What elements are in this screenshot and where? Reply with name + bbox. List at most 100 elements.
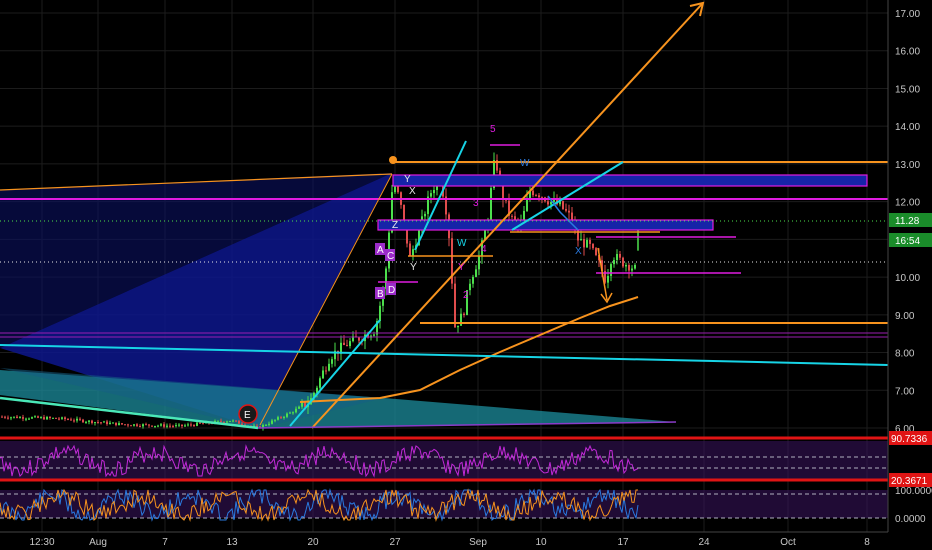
candle-body: [115, 422, 117, 426]
candle-body: [586, 239, 588, 248]
candle-body: [88, 420, 90, 422]
y-tick-label: 17.00: [895, 9, 920, 20]
candle-body: [463, 313, 465, 316]
candle-body: [373, 334, 375, 336]
candle-body: [121, 423, 123, 425]
candle-body: [73, 420, 75, 422]
candle-body: [538, 195, 540, 198]
candle-body: [166, 425, 168, 427]
candle-body: [4, 416, 6, 418]
candle-body: [268, 423, 270, 425]
candle-body: [1, 416, 3, 418]
y-tick-label: 10.00: [895, 273, 920, 284]
candle-body: [82, 419, 84, 423]
y-tick-label: 15.00: [895, 84, 920, 95]
candle-body: [103, 421, 105, 423]
x-tick-label: Aug: [89, 537, 107, 548]
candle-body: [22, 417, 24, 419]
candle-body: [328, 363, 330, 371]
candle-body: [202, 423, 204, 425]
x-tick-label: Sep: [469, 537, 487, 548]
candle-body: [67, 419, 69, 421]
earnings-marker[interactable]: E: [238, 404, 258, 424]
x-tick-label: 27: [389, 537, 401, 548]
y-tick-label: 9.00: [895, 311, 915, 322]
candle-body: [172, 425, 174, 427]
candle-body: [169, 425, 171, 427]
x-tick-label: 7: [162, 537, 168, 548]
candle-body: [13, 416, 15, 418]
candle-body: [193, 425, 195, 427]
candle-body: [232, 420, 234, 422]
candle-body: [535, 195, 537, 197]
candle-body: [346, 345, 348, 347]
price-scale[interactable]: 6.007.008.009.0010.0011.0012.0013.0014.0…: [887, 0, 932, 550]
candle-body: [616, 253, 618, 260]
candle-body: [454, 283, 456, 328]
abcd-tag-d: D: [388, 285, 395, 296]
candle-body: [37, 416, 39, 418]
resistance-box: [392, 174, 868, 187]
price-chart[interactable]: 5 W Y X Y W X Y Z 2 4 3 A C B D E 6.007.…: [0, 0, 932, 550]
candle-body: [238, 420, 240, 424]
x-tick-label: 13: [226, 537, 238, 548]
osc1-upper-tag: 90.7336: [891, 434, 928, 445]
candle-body: [580, 239, 582, 241]
candle-body: [25, 418, 27, 420]
candle-body: [457, 325, 459, 328]
candle-body: [475, 269, 477, 277]
candle-body: [151, 425, 153, 427]
wave-label-w-top: W: [520, 158, 530, 169]
candle-body: [142, 424, 144, 427]
candle-body: [349, 341, 351, 347]
x-tick-label: Oct: [780, 537, 796, 548]
candle-body: [634, 264, 636, 269]
candle-body: [100, 422, 102, 424]
y-tick-label: 14.00: [895, 122, 920, 133]
candle-body: [160, 424, 162, 426]
candle-body: [424, 213, 426, 217]
candle-body: [43, 417, 45, 420]
candle-body: [568, 210, 570, 213]
wave-label-z: Z: [392, 220, 398, 231]
candle-body: [217, 420, 219, 422]
candle-body: [319, 378, 321, 388]
candle-body: [628, 264, 630, 271]
candle-body: [472, 276, 474, 284]
candle-body: [277, 417, 279, 420]
wave-label-x-1: X: [409, 186, 416, 197]
candle-body: [241, 423, 243, 425]
candle-body: [274, 419, 276, 421]
osc1-band: [0, 441, 888, 479]
candle-body: [157, 425, 159, 427]
y-tick-label: 12.00: [895, 198, 920, 209]
candle-body: [19, 417, 21, 419]
candle-body: [118, 423, 120, 426]
candle-body: [595, 248, 597, 256]
wave-marker-top: [389, 156, 397, 164]
oscillator-panel-2: [0, 488, 888, 522]
candle-body: [409, 243, 411, 256]
candle-body: [187, 424, 189, 426]
candle-body: [526, 198, 528, 211]
candle-body: [31, 417, 33, 419]
candle-body: [40, 417, 42, 419]
candle-body: [85, 421, 87, 423]
candle-body: [271, 420, 273, 424]
candle-body: [145, 424, 147, 426]
x-tick-label: 17: [617, 537, 629, 548]
oscillator-panel-1: [0, 436, 888, 482]
candle-body: [97, 422, 99, 424]
wave-label-5: 5: [490, 124, 496, 135]
candle-body: [592, 243, 594, 249]
candle-body: [49, 417, 51, 419]
candle-body: [403, 204, 405, 222]
time-axis[interactable]: 12:30 Aug 7 13 20 27 Sep 10 17 24 Oct 8: [0, 531, 932, 550]
candle-body: [106, 421, 108, 425]
candle-body: [625, 264, 627, 267]
candle-body: [613, 259, 615, 265]
candle-body: [181, 424, 183, 427]
candle-body: [178, 424, 180, 426]
candle-body: [478, 256, 480, 270]
candle-body: [109, 422, 111, 425]
